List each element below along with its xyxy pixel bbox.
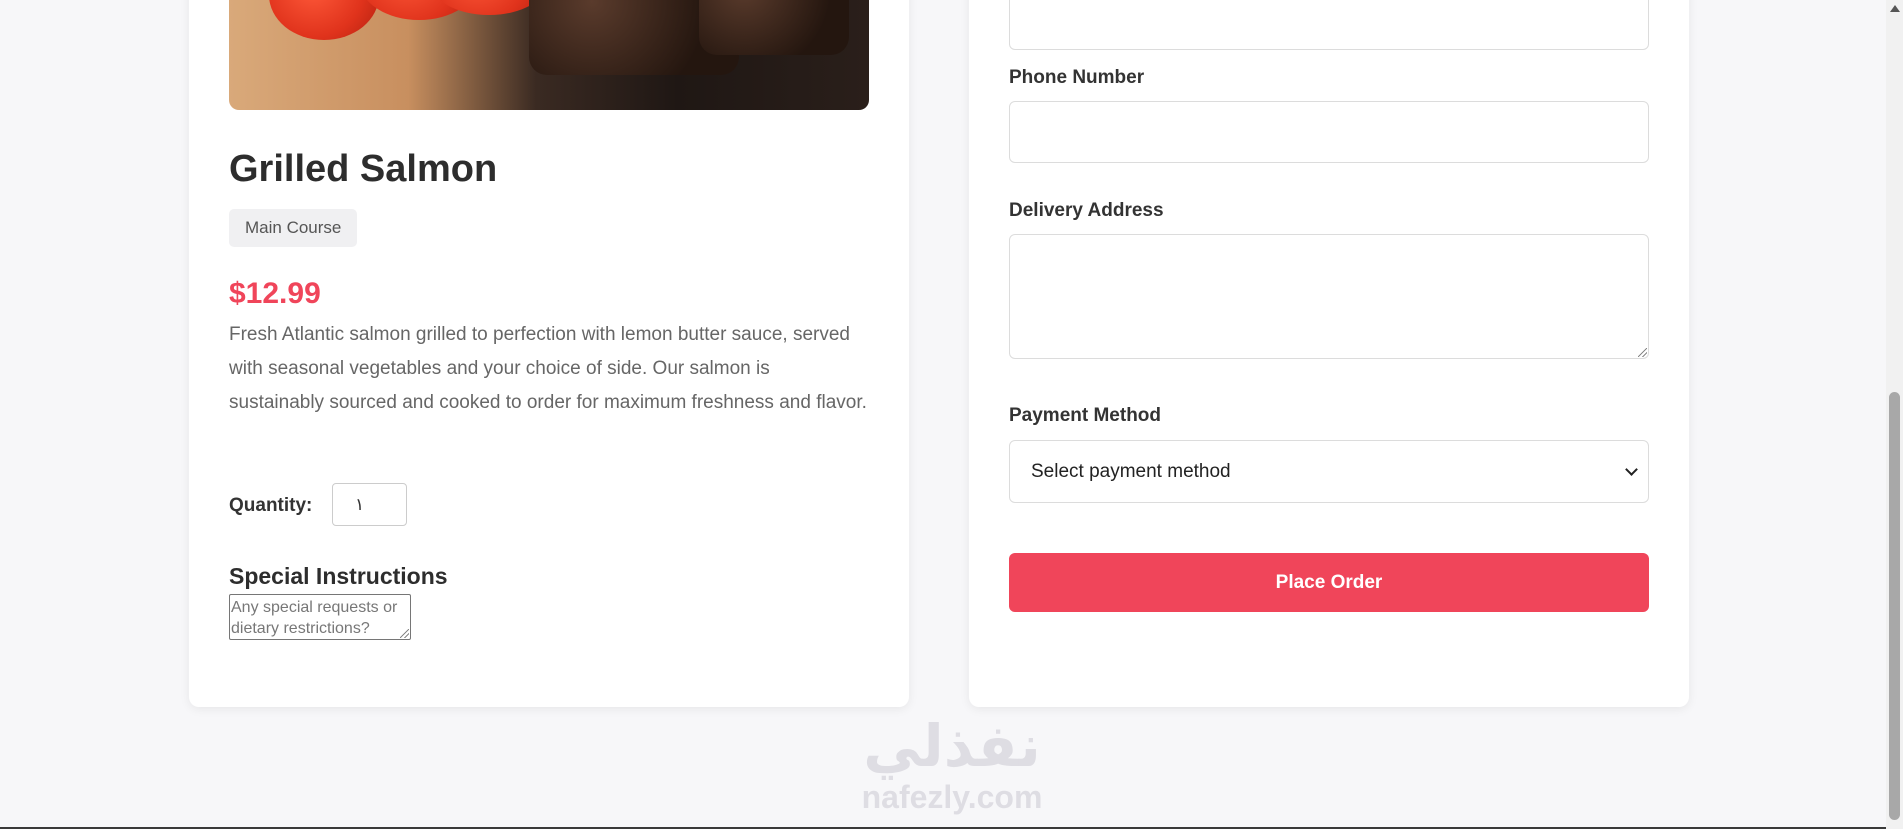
special-instructions-placeholder: Any special requests or dietary restrict… — [231, 599, 398, 637]
phone-input[interactable] — [1009, 101, 1649, 163]
scrollbar-thumb[interactable] — [1889, 392, 1900, 820]
dish-title: Grilled Salmon — [229, 148, 498, 190]
watermark-latin: nafezly.com — [861, 779, 1043, 815]
order-form-card: Phone Number Delivery Address Payment Me… — [969, 0, 1689, 707]
page-scrollbar[interactable] — [1886, 0, 1903, 829]
scroll-up-icon[interactable] — [1890, 5, 1900, 12]
dish-image — [229, 0, 869, 110]
dish-price: $12.99 — [229, 277, 321, 310]
resize-grip-icon[interactable] — [400, 629, 409, 638]
dish-description: Fresh Atlantic salmon grilled to perfect… — [229, 324, 867, 413]
address-label: Delivery Address — [1009, 200, 1164, 221]
quantity-label: Quantity: — [229, 495, 313, 516]
watermark-arabic: نفذلي — [863, 714, 1041, 779]
special-instructions-title: Special Instructions — [229, 563, 448, 589]
phone-label: Phone Number — [1009, 67, 1145, 88]
special-instructions-textarea[interactable]: Any special requests or dietary restrict… — [229, 594, 411, 640]
chevron-down-icon — [1625, 463, 1638, 476]
previous-field-input[interactable] — [1009, 0, 1649, 50]
quantity-input[interactable]: ١ — [332, 483, 407, 526]
address-textarea[interactable] — [1009, 234, 1649, 359]
category-badge: Main Course — [229, 209, 358, 247]
payment-method-select[interactable]: Select payment method — [1009, 440, 1649, 503]
payment-label: Payment Method — [1009, 405, 1162, 426]
dish-details-card: Grilled Salmon Main Course $12.99 Fresh … — [189, 0, 909, 707]
payment-selected-value: Select payment method — [1031, 461, 1231, 482]
place-order-button[interactable]: Place Order — [1009, 553, 1649, 612]
resize-grip-icon[interactable] — [1638, 348, 1647, 357]
watermark-logo: نفذلي nafezly.com — [847, 712, 1057, 814]
